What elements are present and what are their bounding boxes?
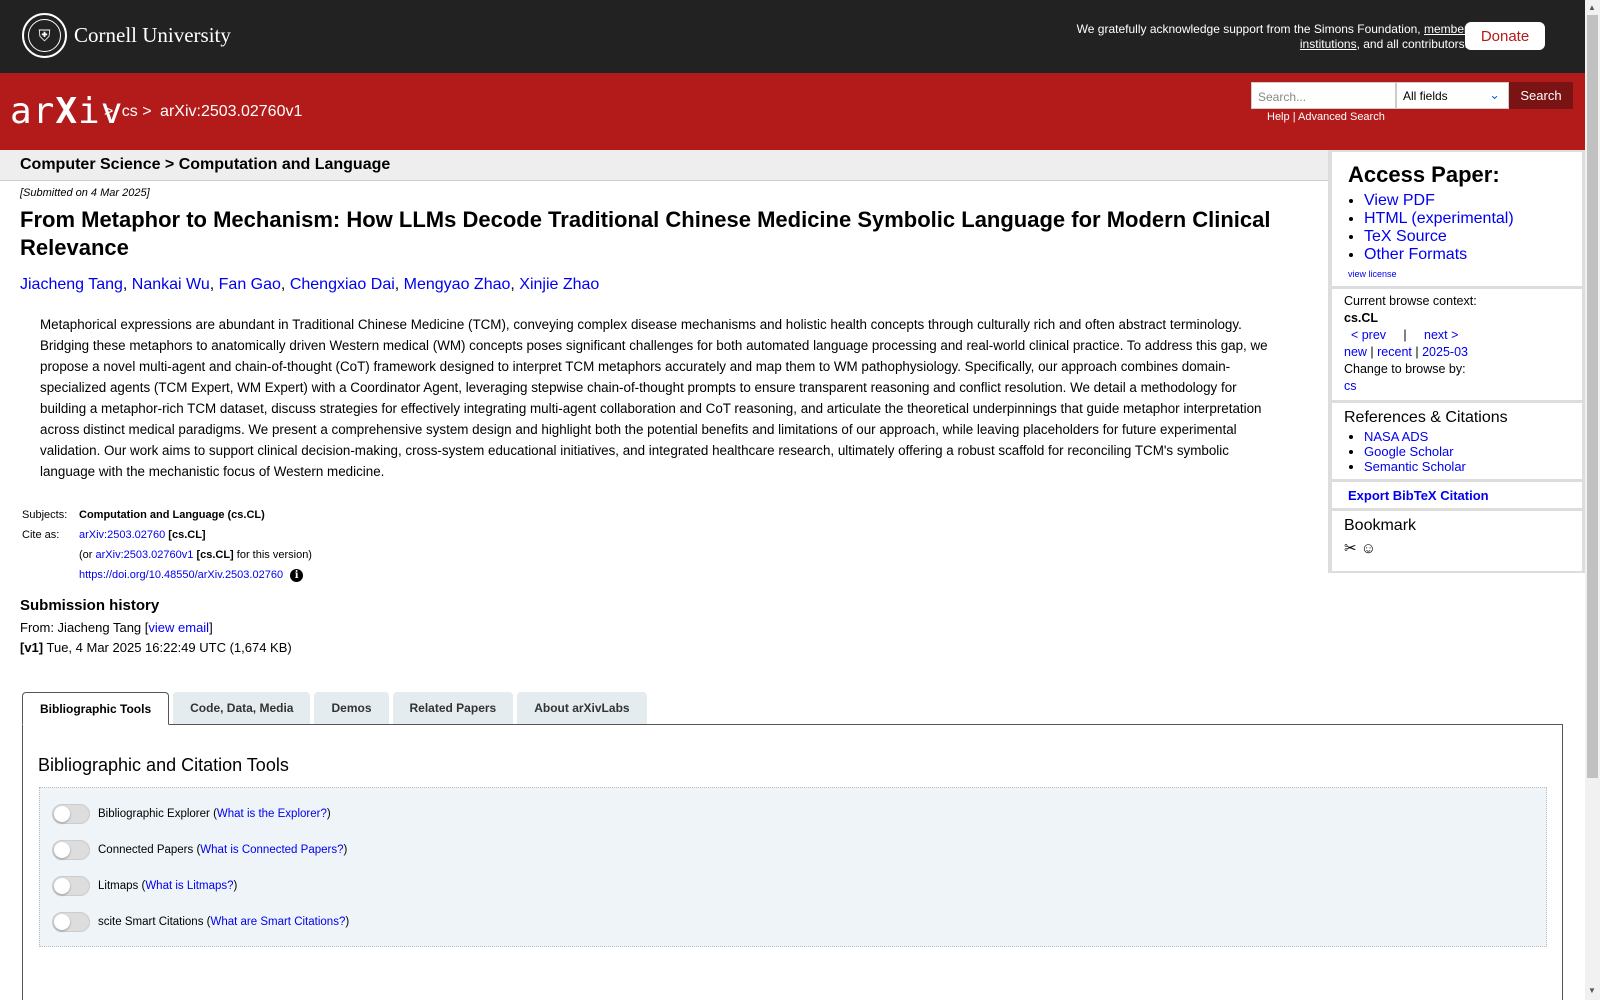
- labs-tabs: Bibliographic Tools Code, Data, Media De…: [22, 692, 651, 725]
- author-link[interactable]: Mengyao Zhao: [404, 276, 511, 293]
- browse-context-value: cs.CL: [1344, 311, 1379, 325]
- donate-button[interactable]: Donate: [1465, 22, 1545, 50]
- toggle-switch[interactable]: [52, 912, 90, 932]
- author-link[interactable]: Nankai Wu: [132, 276, 210, 293]
- toggle-switch[interactable]: [52, 876, 90, 896]
- bookmark-box: Bookmark ✂ ☺: [1332, 511, 1582, 571]
- tab-about-arxivlabs[interactable]: About arXivLabs: [517, 692, 647, 724]
- cite-version-link[interactable]: arXiv:2503.02760v1: [96, 549, 194, 561]
- access-links: View PDF HTML (experimental) TeX Source …: [1364, 192, 1514, 264]
- semantic-scholar-link[interactable]: Semantic Scholar: [1364, 459, 1466, 474]
- reddit-icon[interactable]: ☺: [1361, 540, 1376, 557]
- search-input[interactable]: Search...: [1251, 82, 1396, 109]
- cite-label: Cite as:: [22, 529, 60, 541]
- submission-history-title: Submission history: [20, 597, 160, 614]
- search-button[interactable]: Search: [1509, 82, 1573, 109]
- scroll-thumb[interactable]: [1587, 15, 1598, 778]
- cornell-banner: ⛨ Cornell University We gratefully ackno…: [0, 0, 1585, 73]
- new-link[interactable]: new: [1344, 345, 1367, 359]
- references-box: References & Citations NASA ADS Google S…: [1332, 403, 1582, 479]
- tool-help-link[interactable]: What is the Explorer?: [217, 808, 327, 820]
- bookmark-title: Bookmark: [1344, 517, 1417, 534]
- html-link[interactable]: HTML (experimental): [1364, 210, 1514, 227]
- submission-from: From: Jiacheng Tang [view email]: [20, 620, 213, 635]
- support-text: We gratefully acknowledge support from t…: [1076, 22, 1468, 51]
- sidebar: Access Paper: View PDF HTML (experimenta…: [1328, 150, 1586, 573]
- tab-panel: Bibliographic and Citation Tools Bibliog…: [22, 724, 1563, 1000]
- panel-title: Bibliographic and Citation Tools: [38, 755, 289, 775]
- author-list: Jiacheng Tang, Nankai Wu, Fan Gao, Cheng…: [20, 276, 600, 293]
- google-scholar-link[interactable]: Google Scholar: [1364, 444, 1454, 459]
- scroll-up-icon[interactable]: ▲: [1588, 3, 1596, 12]
- month-link[interactable]: 2025-03: [1422, 345, 1468, 359]
- tool-row: Litmaps (What is Litmaps?): [52, 876, 237, 896]
- subject-header: Computer Science > Computation and Langu…: [0, 150, 1328, 181]
- abstract: Metaphorical expressions are abundant in…: [40, 317, 1268, 479]
- browse-context-box: Current browse context: cs.CL < prev | n…: [1332, 289, 1582, 400]
- tool-help-link[interactable]: What are Smart Citations?: [210, 916, 345, 928]
- view-license-link[interactable]: view license: [1348, 269, 1397, 279]
- author-link[interactable]: Fan Gao: [219, 276, 281, 293]
- chevron-down-icon: ⌄: [1489, 87, 1500, 102]
- cornell-logo[interactable]: ⛨ Cornell University: [22, 13, 231, 58]
- scroll-down-icon[interactable]: ▼: [1588, 986, 1596, 995]
- subjects-label: Subjects:: [22, 509, 68, 521]
- submission-v1: [v1] Tue, 4 Mar 2025 16:22:49 UTC (1,674…: [20, 640, 292, 655]
- access-paper-title: Access Paper:: [1348, 162, 1500, 187]
- toggle-switch[interactable]: [52, 804, 90, 824]
- recent-link[interactable]: recent: [1377, 345, 1412, 359]
- browse-cs-link[interactable]: cs: [1344, 379, 1357, 393]
- tool-help-link[interactable]: What is Connected Papers?: [200, 844, 343, 856]
- bibsonomy-icon[interactable]: ✂: [1344, 540, 1357, 557]
- breadcrumb-cs[interactable]: cs: [122, 103, 138, 120]
- tools-box: Bibliographic Explorer (What is the Expl…: [39, 787, 1547, 947]
- author-link[interactable]: Jiacheng Tang: [20, 276, 123, 293]
- prev-link[interactable]: < prev: [1351, 328, 1386, 342]
- other-formats-link[interactable]: Other Formats: [1364, 246, 1467, 263]
- export-box: Export BibTeX Citation: [1332, 482, 1582, 508]
- breadcrumb: > cs > arXiv:2503.02760v1: [104, 103, 303, 120]
- toggle-switch[interactable]: [52, 840, 90, 860]
- tab-related-papers[interactable]: Related Papers: [392, 692, 514, 724]
- scrollbar[interactable]: ▲ ▼: [1585, 0, 1600, 1000]
- cite-id-link[interactable]: arXiv:2503.02760: [79, 529, 165, 541]
- advanced-search-link[interactable]: Advanced Search: [1298, 111, 1385, 123]
- help-link[interactable]: Help: [1267, 111, 1290, 123]
- tab-demos[interactable]: Demos: [314, 692, 389, 724]
- tex-source-link[interactable]: TeX Source: [1364, 228, 1447, 245]
- export-bibtex-link[interactable]: Export BibTeX Citation: [1332, 482, 1582, 509]
- subjects-value: Computation and Language (cs.CL): [79, 509, 265, 521]
- tool-help-link[interactable]: What is Litmaps?: [145, 880, 233, 892]
- next-link[interactable]: next >: [1424, 328, 1458, 342]
- nasa-ads-link[interactable]: NASA ADS: [1364, 429, 1428, 444]
- doi-link[interactable]: https://doi.org/10.48550/arXiv.2503.0276…: [79, 569, 283, 581]
- metadata-table: Subjects: Computation and Language (cs.C…: [22, 505, 318, 585]
- search-field-select[interactable]: All fields ⌄: [1396, 82, 1509, 109]
- info-icon[interactable]: i: [290, 569, 304, 582]
- cornell-name: Cornell University: [74, 23, 231, 47]
- tool-row: Bibliographic Explorer (What is the Expl…: [52, 804, 331, 824]
- view-email-link[interactable]: view email: [148, 620, 209, 635]
- paper-title: From Metaphor to Mechanism: How LLMs Dec…: [20, 207, 1271, 260]
- tool-row: Connected Papers (What is Connected Pape…: [52, 840, 347, 860]
- references-title: References & Citations: [1344, 409, 1508, 426]
- search-bar: Search... All fields ⌄ Search: [1251, 82, 1573, 109]
- arxiv-header: arXiv > cs > arXiv:2503.02760v1 Search..…: [0, 73, 1585, 150]
- submitted-date: [Submitted on 4 Mar 2025]: [20, 187, 150, 199]
- author-link[interactable]: Chengxiao Dai: [290, 276, 395, 293]
- cornell-seal-icon: ⛨: [22, 13, 67, 58]
- author-link[interactable]: Xinjie Zhao: [519, 276, 599, 293]
- tab-bibliographic-tools[interactable]: Bibliographic Tools: [22, 692, 170, 725]
- view-pdf-link[interactable]: View PDF: [1364, 192, 1435, 209]
- tool-row: scite Smart Citations (What are Smart Ci…: [52, 912, 349, 932]
- tab-code-data-media[interactable]: Code, Data, Media: [173, 692, 311, 724]
- access-paper-box: Access Paper: View PDF HTML (experimenta…: [1332, 152, 1582, 286]
- breadcrumb-paper-id: arXiv:2503.02760v1: [160, 103, 303, 120]
- help-links: Help | Advanced Search: [1267, 111, 1385, 123]
